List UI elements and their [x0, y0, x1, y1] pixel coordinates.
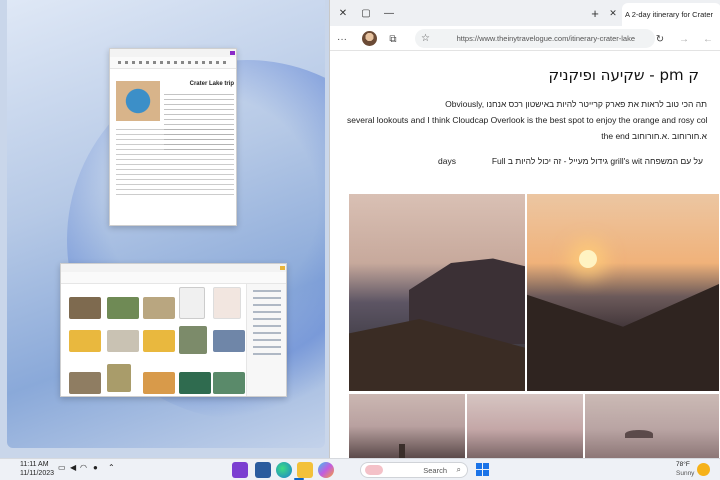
- back-icon[interactable]: ←: [700, 31, 716, 47]
- file-thumbnail[interactable]: [179, 326, 207, 354]
- folder-icon: [280, 266, 285, 270]
- search-placeholder: Search: [423, 465, 447, 475]
- file-thumbnail[interactable]: [213, 287, 241, 319]
- search-highlight-icon: [365, 465, 383, 475]
- address-bar[interactable]: ☆ https://www.theinytravelogue.com/itine…: [415, 29, 655, 48]
- word-titlebar: [110, 49, 236, 57]
- word-ribbon: [110, 57, 236, 69]
- maximize-button[interactable]: ▢: [357, 4, 375, 22]
- word-window-thumbnail[interactable]: Crater Lake trip: [109, 48, 237, 226]
- file-explorer-icon[interactable]: [297, 462, 313, 478]
- wizard-island-photo: [585, 394, 719, 458]
- lake-view-photo: [349, 394, 465, 458]
- clock-time[interactable]: 11:11 AM: [20, 461, 49, 468]
- file-thumbnail[interactable]: [143, 297, 175, 319]
- collections-icon[interactable]: ⧉: [385, 31, 401, 47]
- edge-browser-window: ✕ ▢ — + ✕ A 2-day itinerary for Crater ·…: [329, 0, 720, 458]
- file-thumbnail[interactable]: [107, 330, 139, 352]
- tray-app-icon[interactable]: ●: [93, 463, 98, 472]
- desktop-wallpaper: Crater Lake trip: [7, 0, 325, 448]
- browser-tab-active[interactable]: A 2-day itinerary for Crater: [622, 3, 720, 26]
- file-thumbnail[interactable]: [107, 297, 139, 319]
- edge-browser-icon[interactable]: [276, 462, 292, 478]
- store-icon[interactable]: [255, 462, 271, 478]
- sun-shape: [579, 250, 597, 268]
- file-thumbnail[interactable]: [69, 297, 101, 319]
- battery-icon[interactable]: ▭: [58, 463, 66, 472]
- clock-date[interactable]: 11/11/2023: [20, 470, 54, 477]
- more-menu-icon[interactable]: ···: [334, 31, 350, 47]
- volume-icon[interactable]: ◀: [70, 463, 76, 472]
- weather-icon[interactable]: [697, 463, 710, 476]
- file-thumbnail[interactable]: [213, 330, 245, 352]
- weather-temp[interactable]: 78°F: [676, 461, 690, 468]
- copilot-icon[interactable]: [318, 462, 334, 478]
- paragraph-word: days: [438, 156, 456, 166]
- start-button-icon[interactable]: [476, 463, 489, 476]
- paragraph-line: several lookouts and I think Cloudcap Ov…: [347, 115, 707, 125]
- file-thumbnail[interactable]: [179, 287, 205, 319]
- profile-avatar[interactable]: [362, 31, 377, 46]
- browser-toolbar: ··· ⧉ ☆ https://www.theinytravelogue.com…: [330, 26, 720, 51]
- browser-tab-bar: ✕ ▢ — + ✕ A 2-day itinerary for Crater: [330, 0, 720, 26]
- tab-title: A 2-day itinerary for Crater: [625, 10, 713, 19]
- file-thumbnail[interactable]: [179, 372, 211, 394]
- crater-lake-cliff-photo: [349, 194, 525, 391]
- word-app-icon: [230, 51, 235, 55]
- web-page-content: ק pm - שקיעה ופיקניק Obviously, תה הכי ט…: [330, 52, 720, 458]
- chevron-up-icon[interactable]: ⌃: [108, 463, 115, 472]
- favorite-star-icon[interactable]: ☆: [421, 33, 430, 44]
- tab-close-icon[interactable]: ✕: [604, 4, 622, 22]
- word-doc-title: Crater Lake trip: [189, 81, 234, 87]
- file-thumbnail[interactable]: [213, 372, 245, 394]
- folder-thumbnail[interactable]: [143, 330, 175, 352]
- search-icon: ⌕: [456, 465, 461, 474]
- word-doc-body-lines: [116, 129, 234, 199]
- paragraph-line: the end א.חורוחוב .א.חורוחוב: [601, 131, 707, 141]
- new-tab-button[interactable]: +: [586, 4, 604, 22]
- crater-lake-sunset-photo: [527, 194, 719, 391]
- section-heading: ק pm - שקיעה ופיקניק: [548, 66, 699, 84]
- windows-taskbar: 78°F Sunny Search ⌕ ⌃ ● ◠ ▭ ◀ 11:11 AM 1…: [0, 458, 720, 480]
- file-thumbnail[interactable]: [69, 372, 101, 394]
- forward-icon[interactable]: →: [676, 31, 692, 47]
- url-text: https://www.theinytravelogue.com/itinera…: [456, 34, 635, 43]
- file-thumbnail[interactable]: [107, 364, 131, 392]
- wifi-icon[interactable]: ◠: [80, 463, 87, 472]
- rim-view-photo: [467, 394, 583, 458]
- folder-thumbnail[interactable]: [69, 330, 101, 352]
- explorer-toolbar: [61, 272, 286, 284]
- crater-lake-map-image: [116, 81, 160, 121]
- taskbar-search-box[interactable]: Search ⌕: [360, 462, 468, 478]
- paragraph-line: Full גידול מעייל - זה יכול להיות ב grill…: [491, 156, 703, 166]
- close-window-button[interactable]: ✕: [334, 4, 352, 22]
- file-thumbnail[interactable]: [143, 372, 175, 394]
- teams-icon[interactable]: [232, 462, 248, 478]
- explorer-titlebar: [61, 264, 286, 272]
- explorer-nav-pane: [246, 284, 286, 396]
- refresh-icon[interactable]: ↻: [652, 31, 668, 47]
- paragraph-line: Obviously, תה הכי טוב לראות את פארק קריי…: [445, 99, 707, 109]
- minimize-button[interactable]: —: [380, 4, 398, 22]
- weather-desc: Sunny: [676, 470, 695, 477]
- file-explorer-window-thumbnail[interactable]: [60, 263, 287, 397]
